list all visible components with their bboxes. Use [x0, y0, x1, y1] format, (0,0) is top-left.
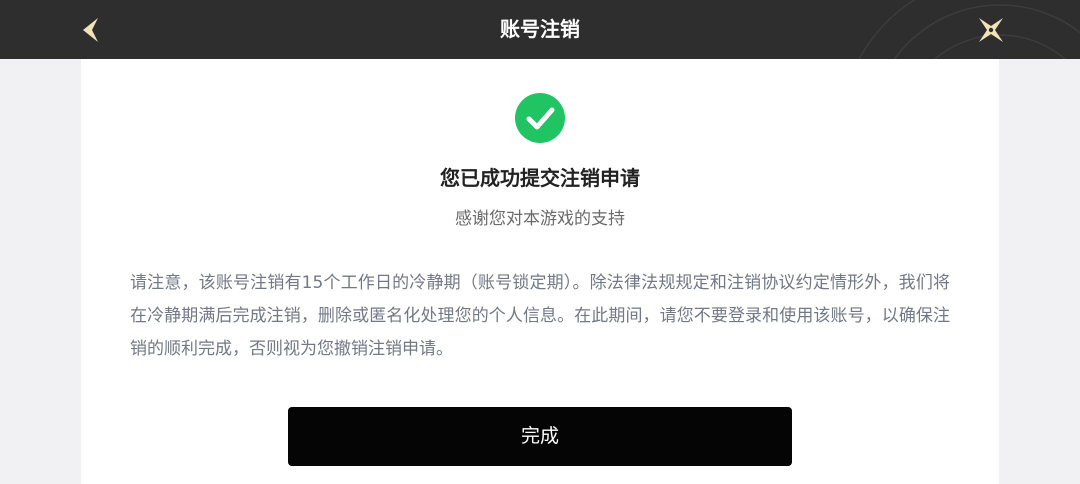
cooling-period-notice: 请注意，该账号注销有15个工作日的冷静期（账号锁定期）。除法律法规规定和注销协议…	[130, 273, 950, 359]
check-circle-icon	[515, 93, 565, 143]
close-button[interactable]	[970, 10, 1012, 50]
result-card: 您已成功提交注销申请 感谢您对本游戏的支持 请注意，该账号注销有15个工作日的冷…	[81, 59, 999, 484]
top-bar: 账号注销	[0, 0, 1080, 59]
done-button[interactable]: 完成	[288, 407, 792, 466]
thanks-message: 感谢您对本游戏的支持	[455, 209, 625, 229]
close-icon	[979, 18, 1003, 42]
header-decoration	[858, 0, 1080, 59]
back-button[interactable]	[70, 10, 110, 50]
chevron-left-icon	[83, 18, 98, 42]
success-heading: 您已成功提交注销申请	[440, 166, 640, 190]
